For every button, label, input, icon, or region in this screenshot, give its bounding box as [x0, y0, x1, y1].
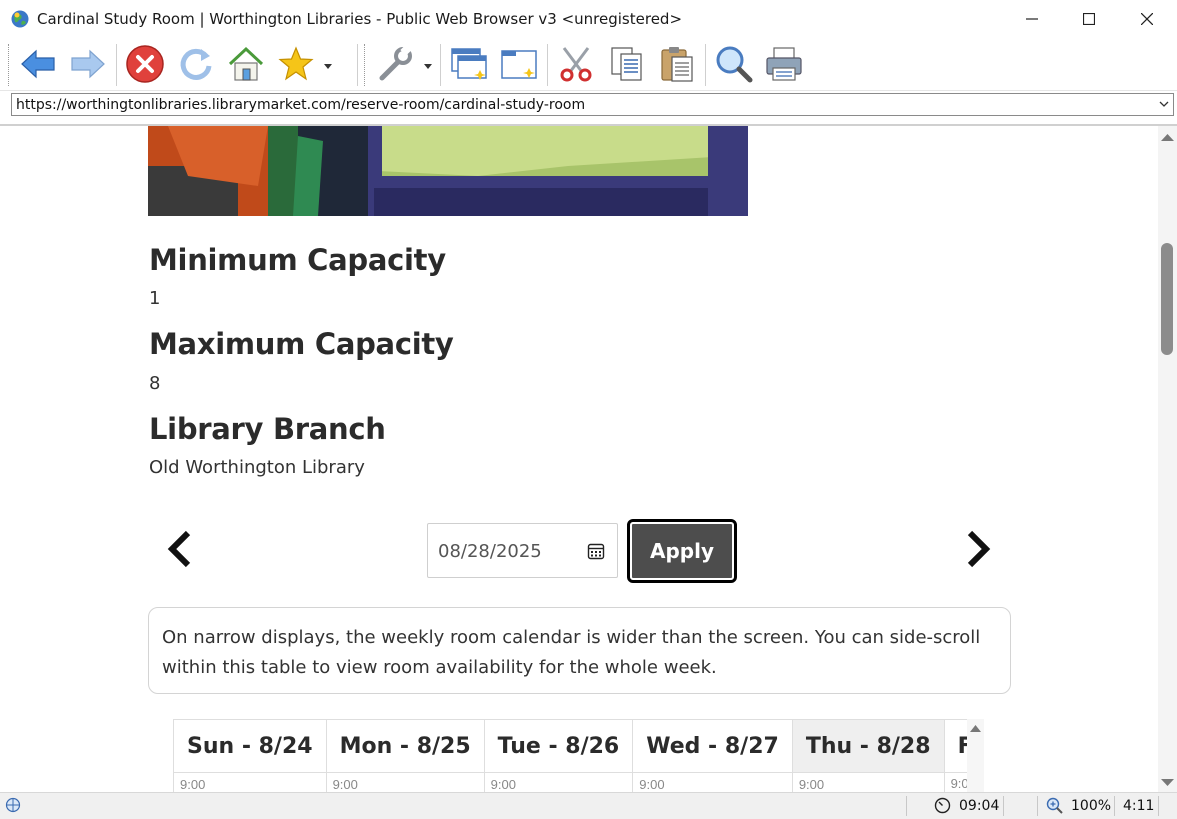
- day-header-thu-today: Thu - 8/28: [791, 719, 945, 773]
- calendar-table: Sun - 8/24 Mon - 8/25 Tue - 8/26 Wed - 8…: [173, 719, 967, 792]
- refresh-icon: [180, 48, 212, 80]
- zoom-level[interactable]: 100%: [1071, 798, 1111, 814]
- minimize-icon: [1026, 18, 1038, 20]
- close-icon: [1141, 13, 1153, 25]
- paste-button[interactable]: [657, 42, 697, 86]
- new-tab-icon: [501, 50, 537, 79]
- scissors-icon: [560, 47, 592, 82]
- time-slot[interactable]: 9:00: [325, 772, 485, 792]
- favorites-button[interactable]: [276, 42, 316, 86]
- status-separator: [1158, 796, 1159, 816]
- status-separator: [1114, 796, 1115, 816]
- refresh-button[interactable]: [176, 42, 216, 86]
- minimize-button[interactable]: [1003, 0, 1061, 38]
- library-branch-heading: Library Branch: [149, 412, 386, 446]
- status-time: 4:11: [1123, 798, 1155, 814]
- page-viewport: Minimum Capacity 1 Maximum Capacity 8 Li…: [0, 126, 1158, 792]
- day-header-wed: Wed - 8/27: [632, 719, 793, 773]
- status-separator: [906, 796, 907, 816]
- chevron-down-icon[interactable]: [1157, 97, 1171, 111]
- clock-icon: [934, 797, 951, 814]
- load-time: 09:04: [959, 798, 1000, 814]
- toolbar: [0, 38, 1177, 91]
- time-slot[interactable]: 9:00: [632, 772, 793, 792]
- scrollbar-thumb[interactable]: [1161, 243, 1173, 355]
- page-scrollbar[interactable]: [1158, 126, 1177, 792]
- toolbar-grip[interactable]: [364, 44, 368, 86]
- forward-button[interactable]: [68, 42, 108, 86]
- calendar-scrollbar[interactable]: [967, 719, 984, 792]
- paste-icon: [661, 47, 693, 82]
- library-branch-value: Old Worthington Library: [149, 457, 365, 478]
- maximize-icon: [1083, 13, 1095, 25]
- day-header-fri: Fri - 8/29: [943, 719, 967, 773]
- scroll-notice: On narrow displays, the weekly room cale…: [148, 607, 1011, 694]
- address-bar[interactable]: https://worthingtonlibraries.librarymark…: [11, 93, 1174, 116]
- stop-icon: [126, 45, 164, 83]
- new-window-button[interactable]: [449, 42, 489, 86]
- print-button[interactable]: [764, 42, 804, 86]
- scroll-down-arrow-icon[interactable]: [1158, 776, 1177, 790]
- toolbar-separator: [547, 44, 548, 86]
- apply-button[interactable]: Apply: [627, 519, 737, 583]
- home-button[interactable]: [226, 42, 266, 86]
- max-capacity-value: 8: [149, 373, 161, 394]
- day-header-mon: Mon - 8/25: [325, 719, 485, 773]
- back-icon: [21, 49, 55, 79]
- max-capacity-heading: Maximum Capacity: [149, 327, 454, 361]
- next-week-arrow-icon[interactable]: [962, 529, 992, 569]
- time-slot[interactable]: 9:00: [483, 772, 634, 792]
- toolbar-grip[interactable]: [8, 44, 12, 86]
- close-button[interactable]: [1118, 0, 1176, 38]
- toolbar-separator: [357, 44, 358, 86]
- home-icon: [228, 46, 264, 81]
- url-text[interactable]: https://worthingtonlibraries.librarymark…: [16, 97, 585, 113]
- star-icon: [278, 46, 314, 81]
- magnifier-icon: [716, 46, 753, 83]
- globe-status-icon: [5, 797, 21, 813]
- stop-button[interactable]: [125, 42, 165, 86]
- toolbar-separator: [116, 44, 117, 86]
- calendar-icon[interactable]: [587, 542, 605, 560]
- scroll-up-arrow-icon[interactable]: [1158, 130, 1177, 144]
- day-header-sun: Sun - 8/24: [173, 719, 327, 773]
- settings-button[interactable]: [376, 42, 416, 86]
- min-capacity-heading: Minimum Capacity: [149, 243, 446, 277]
- copy-button[interactable]: [607, 42, 647, 86]
- time-slot[interactable]: 9:00: [791, 772, 945, 792]
- find-button[interactable]: [714, 42, 754, 86]
- min-capacity-value: 1: [149, 288, 161, 309]
- printer-icon: [766, 47, 802, 81]
- cut-button[interactable]: [556, 42, 596, 86]
- toolbar-separator: [440, 44, 441, 86]
- forward-icon: [71, 49, 105, 79]
- status-separator: [1003, 796, 1004, 816]
- day-header-tue: Tue - 8/26: [483, 719, 634, 773]
- status-bar: 09:04 100% 4:11: [0, 792, 1177, 819]
- title-bar: Cardinal Study Room | Worthington Librar…: [0, 0, 1177, 38]
- week-calendar[interactable]: Sun - 8/24 Mon - 8/25 Tue - 8/26 Wed - 8…: [173, 719, 967, 792]
- maximize-button[interactable]: [1060, 0, 1118, 38]
- scroll-up-arrow-icon[interactable]: [967, 721, 984, 735]
- zoom-icon[interactable]: [1046, 797, 1064, 815]
- status-separator: [1037, 796, 1038, 816]
- copy-icon: [611, 47, 642, 81]
- window-title: Cardinal Study Room | Worthington Librar…: [37, 10, 683, 28]
- time-slot[interactable]: 9:00: [943, 772, 967, 792]
- settings-dropdown-icon[interactable]: [424, 64, 432, 69]
- room-photo: [148, 126, 748, 216]
- new-tab-button[interactable]: [499, 42, 539, 86]
- time-slot-label: 9:00: [950, 776, 967, 792]
- time-slot[interactable]: 9:00: [173, 772, 327, 792]
- globe-app-icon: [11, 10, 29, 28]
- wrench-icon: [379, 44, 412, 81]
- back-button[interactable]: [18, 42, 58, 86]
- toolbar-separator: [705, 44, 706, 86]
- favorites-dropdown-icon[interactable]: [324, 64, 332, 69]
- previous-week-arrow-icon[interactable]: [166, 529, 196, 569]
- new-window-icon: [451, 48, 487, 80]
- date-input[interactable]: 08/28/2025: [427, 523, 618, 578]
- date-value[interactable]: 08/28/2025: [438, 541, 542, 562]
